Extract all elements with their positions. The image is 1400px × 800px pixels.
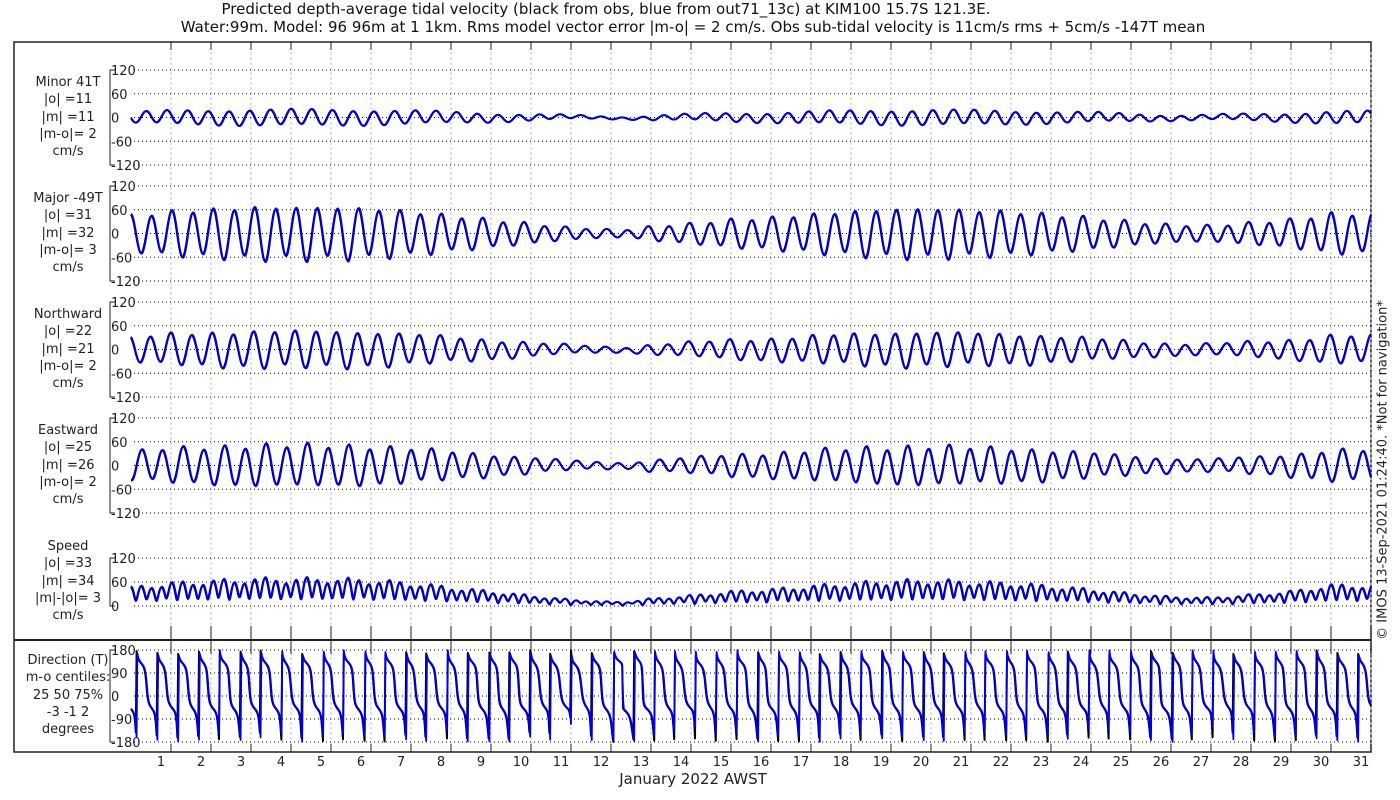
minor-model-series [130, 107, 1372, 127]
east-label-line: |o| =25 [43, 440, 93, 456]
direction-label-line: Direction (T) [27, 653, 109, 668]
x-tick-label: 16 [753, 755, 770, 770]
speed-label-line: |o| =33 [43, 556, 93, 572]
x-tick-label: 23 [1033, 755, 1050, 770]
speed-model-series [130, 576, 1372, 607]
major-label-line: Major -49T [33, 191, 103, 206]
x-tick-label: 26 [1153, 755, 1170, 770]
minor-label-line: |o| =11 [43, 92, 93, 108]
east-label-line: Eastward [37, 423, 99, 438]
x-tick-label: 28 [1233, 755, 1250, 770]
tidal-velocity-chart: 1 2 3 4 5 6 7 8 9 10 11 12 13 14 15 16 17 18 19 20 21 22 23 24 2… [13, 41, 1372, 770]
x-tick-label: 31 [1353, 755, 1370, 770]
x-tick-label: 4 [277, 755, 285, 770]
direction-label-line: degrees [41, 722, 95, 738]
east-panel-label: Eastward |o| =25 |m| =26 |m-o|= 2 cm/s [14, 422, 122, 508]
x-tick-label: 12 [593, 755, 610, 770]
plot-frame [13, 41, 1372, 753]
east-label-line: |m-o|= 2 [39, 474, 97, 490]
major-panel-label: Major -49T |o| =31 |m| =32 |m-o|= 3 cm/s [14, 190, 122, 276]
major-label-line: cm/s [52, 260, 84, 276]
x-tick-label: 8 [437, 755, 445, 770]
x-tick-label: 10 [513, 755, 530, 770]
major-y-tick-label: -120 [111, 275, 141, 290]
speed-panel-label: Speed |o| =33 |m| =34 |m|-|o|= 3 cm/s [14, 538, 122, 624]
x-tick-label: 20 [913, 755, 930, 770]
east-label-line: |m| =26 [41, 457, 95, 473]
minor-panel-label: Minor 41T |o| =11 |m| =11 |m-o|= 2 cm/s [14, 74, 122, 160]
x-tick-label: 11 [553, 755, 570, 770]
major-model-series [130, 205, 1372, 264]
minor-label-line: Minor 41T [35, 75, 101, 90]
minor-label-line: cm/s [52, 144, 84, 160]
north-panel-label: Northward |o| =22 |m| =21 |m-o|= 2 cm/s [14, 306, 122, 392]
x-tick-label: 18 [833, 755, 850, 770]
x-tick-label: 5 [317, 755, 325, 770]
x-tick-label: 17 [793, 755, 810, 770]
direction-label-line: 25 50 75% [32, 687, 104, 703]
major-label-line: |m-o|= 3 [39, 242, 97, 258]
x-axis-label: January 2022 AWST [619, 770, 767, 788]
speed-label-line: cm/s [52, 608, 84, 624]
north-y-tick-label: -120 [111, 391, 141, 406]
east-y-tick-label: -120 [111, 507, 141, 522]
minor-label-line: |m-o|= 2 [39, 126, 97, 142]
major-label-line: |m| =32 [41, 225, 95, 241]
direction-label-line: m-o centiles: [25, 670, 111, 686]
direction-panel-label: Direction (T) m-o centiles: 25 50 75% -3 -1… [14, 652, 122, 738]
direction-label-line: -3 -1 2 [46, 704, 90, 720]
east-obs-series [130, 442, 1372, 487]
speed-label-line: |m|-|o|= 3 [34, 590, 102, 606]
x-tick-label: 24 [1073, 755, 1090, 770]
x-tick-label: 2 [197, 755, 205, 770]
x-tick-label: 29 [1273, 755, 1290, 770]
x-tick-label: 13 [633, 755, 650, 770]
east-model-series [130, 441, 1372, 488]
x-tick-label: 7 [397, 755, 405, 770]
x-tick-label: 22 [993, 755, 1010, 770]
minor-label-line: |m| =11 [41, 109, 95, 125]
north-label-line: |m-o|= 2 [39, 358, 97, 374]
x-tick-label: 1 [157, 755, 165, 770]
east-label-line: cm/s [52, 492, 84, 508]
x-tick-label: 6 [357, 755, 365, 770]
x-tick-label: 9 [477, 755, 485, 770]
speed-label-line: |m| =34 [41, 573, 95, 589]
x-tick-label: 25 [1113, 755, 1130, 770]
north-label-line: |m| =21 [41, 341, 95, 357]
speed-label-line: Speed [47, 539, 89, 554]
x-tick-label: 3 [237, 755, 245, 770]
x-tick-label: 19 [873, 755, 890, 770]
x-tick-label: 30 [1313, 755, 1330, 770]
major-label-line: |o| =31 [43, 208, 93, 224]
x-tick-label: 27 [1193, 755, 1210, 770]
copyright-notice: © IMOS 13-Sep-2021 01:24:40. *Not for na… [1375, 300, 1391, 640]
north-label-line: Northward [33, 307, 103, 322]
x-tick-label: 21 [953, 755, 970, 770]
x-tick-label: 15 [713, 755, 730, 770]
x-tick-label: 14 [673, 755, 690, 770]
north-label-line: cm/s [52, 376, 84, 392]
minor-y-tick-label: -120 [111, 159, 141, 174]
north-label-line: |o| =22 [43, 324, 93, 340]
major-obs-series [130, 206, 1372, 263]
